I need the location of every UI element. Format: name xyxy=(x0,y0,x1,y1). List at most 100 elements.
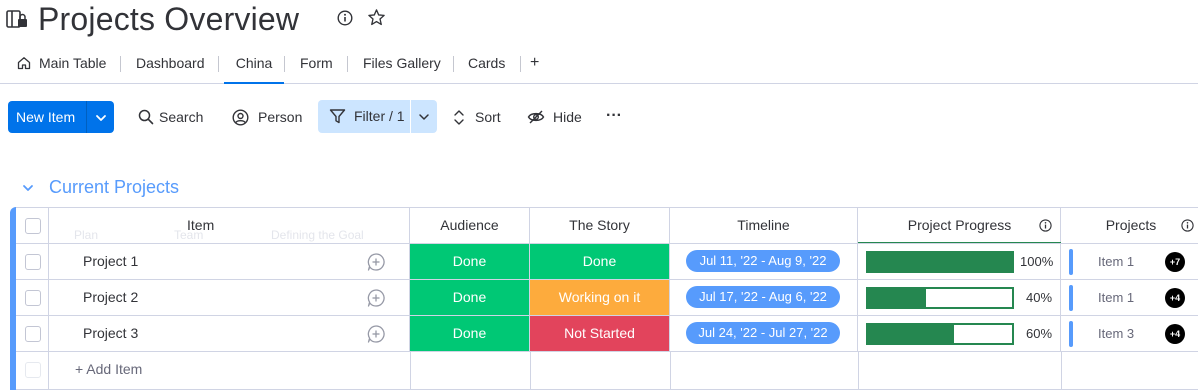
tab-cards[interactable]: Cards xyxy=(468,48,505,80)
progress-header-label: Project Progress xyxy=(907,217,1012,233)
lock-board-icon xyxy=(6,10,27,28)
group-title[interactable]: Current Projects xyxy=(49,176,179,198)
linked-item[interactable]: Item 1 xyxy=(1098,280,1134,315)
progress-bar xyxy=(866,287,1014,309)
updates-cell[interactable] xyxy=(344,280,410,315)
progress-percent: 100% xyxy=(1020,254,1054,269)
item-name[interactable]: Project 3 xyxy=(83,316,138,351)
tab-divider xyxy=(453,56,454,72)
tab-files-gallery[interactable]: Files Gallery xyxy=(363,48,441,80)
column-divider xyxy=(530,352,531,390)
hide-button[interactable]: Hide xyxy=(527,101,587,133)
linked-item[interactable]: Item 1 xyxy=(1098,244,1134,279)
tab-divider xyxy=(218,56,219,72)
linked-item[interactable]: Item 3 xyxy=(1098,316,1134,351)
story-cell xyxy=(530,316,670,351)
info-icon[interactable] xyxy=(337,10,353,26)
star-icon[interactable] xyxy=(367,8,386,27)
audience-column-header[interactable]: Audience xyxy=(410,207,530,243)
page-title: Projects Overview xyxy=(38,1,300,37)
table-row[interactable]: Project 3 Done Not Started Jul 24, '22 -… xyxy=(16,315,1198,351)
progress-fill xyxy=(868,253,1012,271)
projects-link-cell[interactable]: Item 1 +4 xyxy=(1061,280,1198,315)
sort-button[interactable]: Sort xyxy=(452,101,508,133)
sort-icon xyxy=(454,110,464,125)
item-column-header[interactable]: Plan Team Defining the Goal Item xyxy=(49,207,410,243)
row-checkbox[interactable] xyxy=(25,290,41,306)
sort-label: Sort xyxy=(475,109,501,125)
column-divider xyxy=(410,352,411,390)
table-row[interactable]: Project 1 Done Done Jul 11, '22 - Aug 9,… xyxy=(16,243,1198,279)
new-item-label: New Item xyxy=(16,109,76,125)
item-header-label: Item xyxy=(187,217,215,233)
info-icon[interactable] xyxy=(1181,219,1194,232)
new-item-button[interactable]: New Item xyxy=(8,101,114,133)
select-all-checkbox[interactable] xyxy=(25,218,41,234)
tab-divider xyxy=(120,56,121,72)
table-row[interactable]: Project 2 Done Working on it Jul 17, '22… xyxy=(16,279,1198,315)
timeline-cell[interactable]: Jul 11, '22 - Aug 9, '22 xyxy=(670,244,858,279)
column-divider xyxy=(670,352,671,390)
add-item-input[interactable]: + Add Item xyxy=(75,352,142,387)
link-indicator xyxy=(1069,321,1073,347)
more-linked-badge[interactable]: +4 xyxy=(1165,288,1185,308)
add-update-icon[interactable] xyxy=(366,252,386,272)
select-all-cell xyxy=(16,207,49,243)
tab-dashboard[interactable]: Dashboard xyxy=(136,48,205,80)
add-update-icon[interactable] xyxy=(366,288,386,308)
timeline-pill[interactable]: Jul 11, '22 - Aug 9, '22 xyxy=(686,250,840,272)
button-split-divider xyxy=(86,101,87,133)
row-checkbox xyxy=(25,362,41,378)
tab-divider xyxy=(347,56,348,72)
progress-cell: 40% xyxy=(858,280,1061,315)
timeline-cell[interactable]: Jul 17, '22 - Aug 6, '22 xyxy=(670,280,858,315)
item-name[interactable]: Project 2 xyxy=(83,280,138,315)
item-cell[interactable]: Project 3 xyxy=(49,316,344,351)
more-linked-badge[interactable]: +4 xyxy=(1165,324,1185,344)
more-options-button[interactable]: ··· xyxy=(606,101,626,133)
progress-column-header[interactable]: Project Progress xyxy=(858,207,1061,244)
progress-cell: 100% xyxy=(858,244,1061,279)
updates-cell[interactable] xyxy=(344,244,410,279)
chevron-down-icon[interactable] xyxy=(417,110,431,124)
progress-fill xyxy=(868,289,926,307)
row-select-cell xyxy=(16,352,49,390)
item-name[interactable]: Project 1 xyxy=(83,244,138,279)
timeline-column-header[interactable]: Timeline xyxy=(670,207,858,243)
projects-column-header[interactable]: Projects xyxy=(1061,207,1198,243)
updates-cell[interactable] xyxy=(344,316,410,351)
add-update-icon[interactable] xyxy=(366,324,386,344)
more-linked-badge[interactable]: +7 xyxy=(1165,252,1185,272)
timeline-pill[interactable]: Jul 17, '22 - Aug 6, '22 xyxy=(686,286,840,308)
add-view-button[interactable]: + xyxy=(530,48,539,80)
add-item-row[interactable]: + Add Item xyxy=(16,351,1198,390)
tab-china[interactable]: China xyxy=(224,48,284,84)
views-tab-bar: Main Table Dashboard China Form Files Ga… xyxy=(0,48,1198,84)
item-cell[interactable]: Project 2 xyxy=(49,280,344,315)
projects-header-label: Projects xyxy=(1105,217,1157,233)
search-label: Search xyxy=(159,109,204,125)
projects-link-cell[interactable]: Item 1 +7 xyxy=(1061,244,1198,279)
person-filter-button[interactable]: Person xyxy=(232,101,304,133)
row-checkbox[interactable] xyxy=(25,326,41,342)
search-button[interactable]: Search xyxy=(138,101,208,133)
column-divider xyxy=(1061,352,1062,390)
chevron-down-icon[interactable] xyxy=(20,180,36,196)
timeline-pill[interactable]: Jul 24, '22 - Jul 27, '22 xyxy=(686,322,840,344)
projects-link-cell[interactable]: Item 3 +4 xyxy=(1061,316,1198,351)
tab-label: Main Table xyxy=(39,55,107,71)
chevron-down-icon[interactable] xyxy=(94,111,108,125)
tab-form[interactable]: Form xyxy=(300,48,333,80)
item-cell[interactable]: Project 1 xyxy=(49,244,344,279)
row-checkbox[interactable] xyxy=(25,254,41,270)
timeline-cell[interactable]: Jul 24, '22 - Jul 27, '22 xyxy=(670,316,858,351)
filter-button[interactable]: Filter / 1 xyxy=(318,100,437,133)
board-toolbar: New Item Search Person Filter / 1 Sort H… xyxy=(0,100,1198,134)
progress-percent: 40% xyxy=(1026,290,1053,305)
progress-percent: 60% xyxy=(1026,326,1053,341)
story-column-header[interactable]: The Story xyxy=(530,207,670,243)
group-table: Plan Team Defining the Goal Item Audienc… xyxy=(10,207,1198,390)
board-header: Projects Overview xyxy=(0,0,1198,40)
audience-cell xyxy=(410,316,530,351)
info-icon[interactable] xyxy=(1039,219,1052,232)
